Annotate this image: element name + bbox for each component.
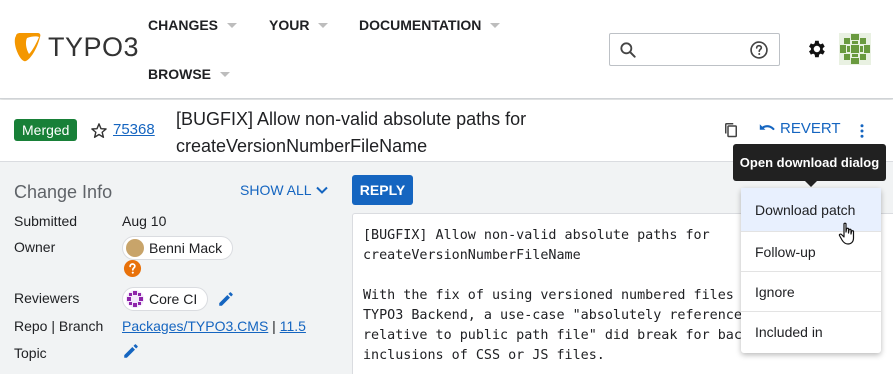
typo3-logo[interactable]: TYPO3 xyxy=(12,30,139,64)
tooltip-arrow xyxy=(804,180,818,187)
show-all-button[interactable]: SHOW ALL xyxy=(240,182,328,198)
more-actions-menu: Download patch Follow-up Ignore Included… xyxy=(741,188,881,353)
revert-label: REVERT xyxy=(780,120,841,137)
gear-icon[interactable] xyxy=(805,38,827,60)
change-info-title: Change Info xyxy=(14,182,113,202)
search-icon xyxy=(620,42,636,58)
nav-browse[interactable]: BROWSE xyxy=(148,66,230,82)
reply-button[interactable]: REPLY xyxy=(352,175,413,205)
reviewer-chip[interactable]: Core CI xyxy=(122,287,209,311)
menu-item-download-patch[interactable]: Download patch xyxy=(741,188,881,232)
nav-browse-label: BROWSE xyxy=(148,66,211,82)
owner-name: Benni Mack xyxy=(149,240,223,256)
chevron-down-icon xyxy=(490,22,501,28)
change-title: [BUGFIX] Allow non-valid absolute paths … xyxy=(176,109,527,156)
owner-chip[interactable]: Benni Mack xyxy=(122,236,234,260)
change-number-link[interactable]: 75368 xyxy=(113,121,155,138)
nav-changes[interactable]: CHANGES xyxy=(148,17,238,33)
chevron-down-icon xyxy=(315,186,328,194)
undo-icon xyxy=(759,123,775,130)
branch-link[interactable]: 11.5 xyxy=(280,318,306,334)
user-avatar[interactable] xyxy=(839,33,871,65)
owner-avatar xyxy=(126,239,144,257)
copy-icon[interactable] xyxy=(722,121,740,140)
nav-changes-label: CHANGES xyxy=(148,17,219,33)
typo3-logo-icon xyxy=(14,33,41,62)
submitted-label: Submitted xyxy=(14,213,78,229)
nav-documentation-label: DOCUMENTATION xyxy=(359,17,482,33)
topic-label: Topic xyxy=(14,345,47,361)
status-badge: Merged xyxy=(14,119,78,141)
repo-separator: | xyxy=(268,318,280,334)
download-tooltip: Open download dialog xyxy=(733,144,886,181)
nav-your[interactable]: YOUR xyxy=(269,17,329,33)
repo-branch-label: Repo | Branch xyxy=(14,318,104,334)
reviewers-label: Reviewers xyxy=(14,290,80,306)
reviewer-avatar xyxy=(126,290,144,308)
logo-text: TYPO3 xyxy=(48,31,140,62)
status-question-icon xyxy=(123,259,142,278)
show-all-label: SHOW ALL xyxy=(240,182,312,198)
menu-item-included-in[interactable]: Included in xyxy=(741,312,881,352)
edit-reviewers-icon[interactable] xyxy=(217,290,235,308)
submitted-value: Aug 10 xyxy=(122,213,167,229)
menu-item-ignore[interactable]: Ignore xyxy=(741,272,881,312)
menu-item-follow-up[interactable]: Follow-up xyxy=(741,232,881,272)
edit-topic-icon[interactable] xyxy=(122,342,140,360)
chevron-down-icon xyxy=(227,22,238,28)
top-header: TYPO3 CHANGES YOUR DOCUMENTATION BROWSE xyxy=(0,0,893,99)
more-vert-icon[interactable] xyxy=(853,121,871,141)
chevron-down-icon xyxy=(220,71,230,77)
star-icon[interactable] xyxy=(89,121,109,141)
help-circle-icon[interactable] xyxy=(749,40,769,60)
reviewer-name: Core CI xyxy=(149,291,198,307)
search-input[interactable] xyxy=(609,33,780,66)
hand-cursor-icon xyxy=(838,222,855,245)
chevron-down-icon xyxy=(318,22,329,28)
owner-label: Owner xyxy=(14,239,56,255)
repo-branch-value: Packages/TYPO3.CMS | 11.5 xyxy=(122,318,306,334)
nav-documentation[interactable]: DOCUMENTATION xyxy=(359,17,501,33)
nav-your-label: YOUR xyxy=(269,17,310,33)
repo-link[interactable]: Packages/TYPO3.CMS xyxy=(122,318,268,334)
revert-button[interactable]: REVERT xyxy=(757,120,841,137)
